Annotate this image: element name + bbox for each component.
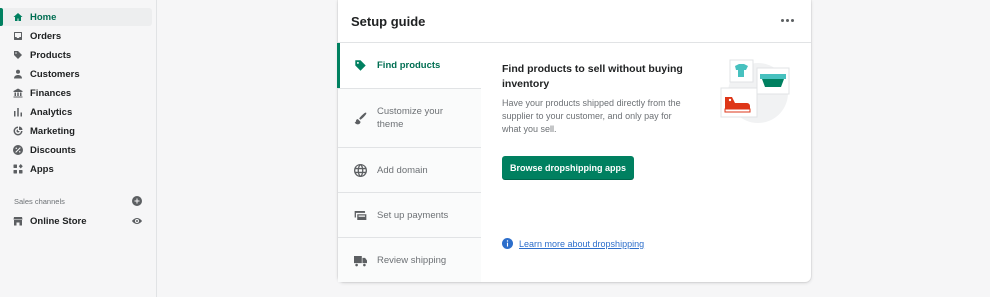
step-label: Add domain: [377, 164, 428, 176]
sidebar-item-marketing[interactable]: Marketing: [2, 122, 152, 140]
globe-icon: [353, 163, 367, 177]
browse-dropshipping-apps-button[interactable]: Browse dropshipping apps: [502, 156, 634, 180]
step-content-title: Find products to sell without buying inv…: [502, 63, 683, 90]
home-icon: [13, 12, 23, 22]
setup-guide-card: Setup guide Find products Customize your…: [337, 0, 811, 282]
sidebar-item-label: Finances: [30, 87, 72, 99]
store-icon: [13, 216, 23, 226]
apps-icon: [13, 164, 23, 174]
sidebar-item-home[interactable]: Home: [0, 8, 152, 26]
truck-icon: [353, 253, 367, 267]
sidebar-item-label: Home: [30, 11, 57, 23]
sidebar-item-apps[interactable]: Apps: [2, 160, 152, 178]
step-label: Find products: [377, 60, 441, 71]
sidebar-item-analytics[interactable]: Analytics: [2, 103, 152, 121]
sidebar-item-products[interactable]: Products: [2, 46, 152, 64]
sidebar-item-online-store[interactable]: Online Store: [2, 212, 152, 230]
sales-channels-heading: Sales channels: [14, 197, 65, 206]
sidebar-item-discounts[interactable]: Discounts: [2, 141, 152, 159]
step-add-domain[interactable]: Add domain: [338, 147, 481, 192]
credit-card-icon: [353, 208, 367, 222]
setup-steps: Find products Customize your theme Add d…: [337, 43, 481, 282]
discount-icon: [13, 145, 23, 155]
sidebar-item-label: Orders: [30, 30, 62, 42]
step-label: Set up payments: [377, 209, 449, 221]
sidebar-item-orders[interactable]: Orders: [2, 27, 152, 45]
orders-icon: [13, 31, 23, 41]
tag-icon: [353, 59, 367, 73]
sidebar-item-label: Marketing: [30, 125, 75, 137]
more-actions-icon[interactable]: [781, 16, 795, 24]
sidebar-item-label: Customers: [30, 68, 80, 80]
step-label: Review shipping: [377, 254, 447, 266]
step-label: Customize your theme: [377, 106, 443, 130]
sidebar-item-label: Analytics: [30, 106, 73, 118]
sidebar-item-customers[interactable]: Customers: [2, 65, 152, 83]
info-icon: [502, 238, 513, 249]
marketing-icon: [13, 126, 23, 136]
products-illustration: [720, 59, 790, 123]
analytics-icon: [13, 107, 23, 117]
person-icon: [13, 69, 23, 79]
step-find-products[interactable]: Find products: [337, 43, 481, 88]
sidebar-item-label: Products: [30, 49, 72, 61]
step-set-up-payments[interactable]: Set up payments: [338, 192, 481, 237]
tag-icon: [13, 50, 23, 60]
step-customize-theme[interactable]: Customize your theme: [338, 88, 481, 147]
learn-more-text[interactable]: Learn more about dropshipping: [519, 239, 644, 249]
card-title: Setup guide: [351, 14, 426, 29]
brush-icon: [353, 111, 367, 125]
add-channel-icon[interactable]: [132, 196, 142, 206]
step-content-description: Have your products shipped directly from…: [502, 98, 681, 134]
sidebar-item-finances[interactable]: Finances: [2, 84, 152, 102]
sidebar-item-label: Online Store: [30, 215, 87, 227]
step-review-shipping[interactable]: Review shipping: [338, 237, 481, 282]
learn-more-link[interactable]: Learn more about dropshipping: [502, 238, 644, 249]
sidebar-item-label: Apps: [30, 163, 54, 175]
eye-icon[interactable]: [132, 216, 142, 226]
sidebar: Home Orders Products Customers Finances …: [0, 0, 157, 297]
sidebar-item-label: Discounts: [30, 144, 76, 156]
bank-icon: [13, 88, 23, 98]
